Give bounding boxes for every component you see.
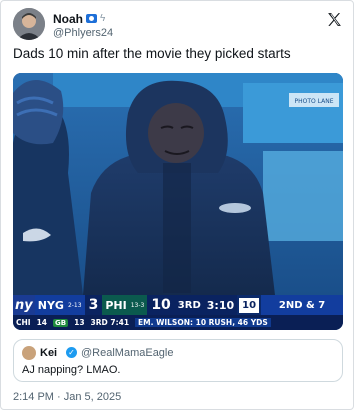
game-clock: 3:10: [203, 295, 238, 315]
play-clock: 10: [239, 297, 260, 313]
author-block: Noah ϟ @Phlyers24: [53, 11, 113, 40]
x-logo-icon[interactable]: [326, 11, 343, 28]
author-avatar[interactable]: [13, 8, 45, 40]
home-record: 13-3: [130, 301, 145, 309]
flag-badge-icon: [86, 14, 97, 23]
tweet-card: Noah ϟ @Phlyers24 Dads 10 min after the …: [0, 0, 354, 410]
quoted-tweet-text: AJ napping? LMAO.: [22, 364, 121, 376]
tweet-media[interactable]: PHOTO LANE ny NYG 2-13 3 PHI 13-3 10 3RD…: [13, 73, 343, 330]
home-team: PHI 13-3: [102, 295, 148, 315]
away-team-name: NYG: [37, 298, 64, 312]
score-ticker: CHI 14 GB 13 3RD 7:41 EM. WILSON: 10 RUS…: [13, 315, 343, 330]
tweet-timestamp[interactable]: 2:14 PM · Jan 5, 2025: [13, 391, 121, 403]
scoreboard-bar: ny NYG 2-13 3 PHI 13-3 10 3RD 3:10 10 2N…: [13, 295, 343, 315]
ticker-time: 3RD 7:41: [90, 318, 130, 327]
tweet-text: Dads 10 min after the movie they picked …: [13, 46, 291, 61]
verified-check-icon: ✓: [66, 347, 77, 358]
away-record: 2-13: [67, 301, 82, 309]
tweet-header: Noah ϟ @Phlyers24: [13, 8, 343, 42]
quoted-author-handle: @RealMamaEagle: [81, 347, 174, 359]
quoted-author-name: Kei: [40, 347, 58, 359]
ticker-team1: CHI: [16, 318, 31, 327]
game-quarter: 3RD: [174, 295, 204, 315]
ticker-score1: 14: [36, 318, 48, 327]
broadcast-image: PHOTO LANE: [13, 73, 343, 295]
ticker-team2: GB: [53, 318, 69, 327]
home-team-name: PHI: [105, 298, 127, 312]
quoted-tweet[interactable]: Kei ✓ @RealMamaEagle AJ napping? LMAO.: [13, 339, 343, 382]
author-name[interactable]: Noah: [53, 12, 83, 26]
overlay-logo: PHOTO LANE: [294, 98, 333, 105]
home-score: 10: [147, 295, 175, 315]
ticker-play: EM. WILSON: 10 RUSH, 46 YDS: [135, 318, 271, 327]
away-team: NYG 2-13: [34, 295, 85, 315]
down-distance: 2ND & 7: [261, 295, 343, 315]
network-logo: ny: [13, 295, 35, 315]
lightning-icon: ϟ: [100, 12, 106, 24]
away-score: 3: [84, 295, 103, 315]
ticker-score2: 13: [74, 318, 85, 327]
author-handle[interactable]: @Phlyers24: [53, 27, 113, 39]
avatar-image: [13, 8, 45, 40]
quoted-author-avatar: [22, 346, 36, 360]
